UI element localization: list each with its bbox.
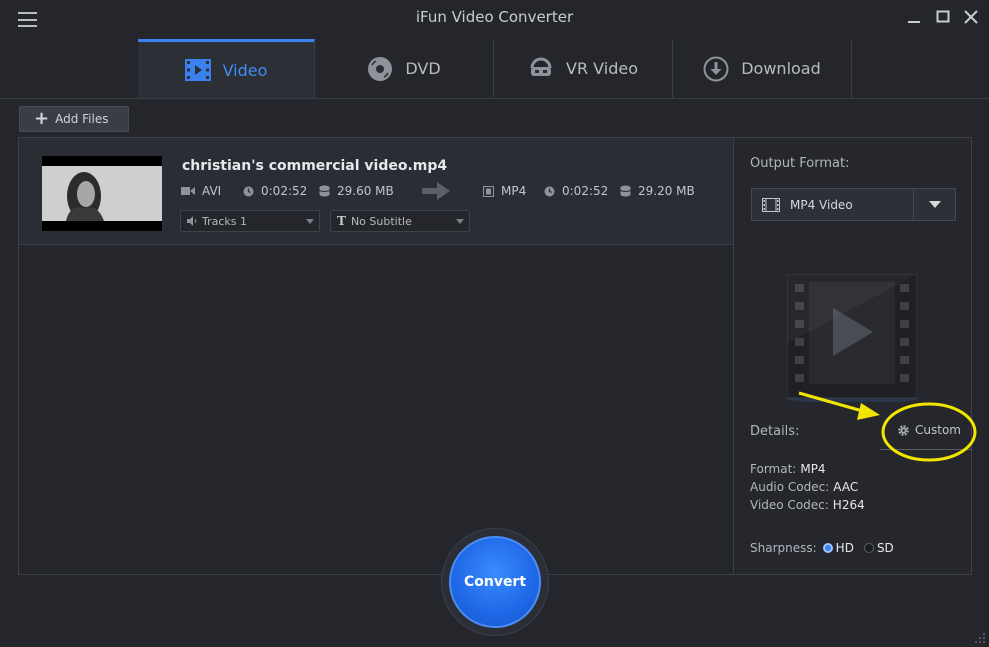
- tab-dvd-label: DVD: [405, 59, 441, 78]
- details-divider: [880, 449, 972, 450]
- chevron-down-icon: [456, 219, 464, 224]
- clock-icon: [243, 186, 254, 196]
- target-size: 29.20 MB: [620, 184, 695, 198]
- video-thumbnail[interactable]: [42, 156, 162, 231]
- resize-grip-icon[interactable]: [974, 632, 986, 644]
- plus-icon: +: [34, 108, 50, 129]
- dropdown-button[interactable]: [914, 201, 955, 208]
- gear-icon: [898, 424, 909, 436]
- source-size: 29.60 MB: [319, 184, 394, 198]
- target-format: MP4: [483, 184, 526, 198]
- custom-settings-button[interactable]: Custom: [897, 423, 961, 437]
- tab-video-label: Video: [222, 60, 268, 80]
- vr-headset-icon: [530, 57, 552, 76]
- audio-codec-detail: Audio Codec: AAC: [750, 480, 859, 494]
- sharpness-sd-radio[interactable]: SD: [863, 541, 894, 555]
- title-bar: iFun Video Converter: [0, 0, 989, 36]
- target-duration: 0:02:52: [544, 184, 608, 198]
- tab-vr-video[interactable]: VR Video: [494, 39, 673, 98]
- maximize-icon[interactable]: [934, 8, 952, 26]
- output-format-select[interactable]: MP4 Video: [751, 188, 956, 221]
- format-detail: Format: MP4: [750, 462, 826, 476]
- text-icon: T: [337, 214, 346, 228]
- main-panel: christian's commercial video.mp4 AVI 0:0…: [18, 137, 972, 575]
- film-icon: [184, 59, 211, 81]
- radio-unselected-icon: [863, 543, 874, 553]
- arrow-right-icon: [422, 182, 450, 200]
- tab-video[interactable]: Video: [138, 39, 315, 98]
- disc-icon: [368, 56, 393, 81]
- film-strip-icon: [483, 185, 494, 197]
- sharpness-setting: Sharpness: HD SD: [750, 541, 894, 555]
- film-strip-icon: [762, 197, 780, 212]
- video-codec-detail: Video Codec: H264: [750, 498, 865, 512]
- clock-icon: [544, 186, 555, 196]
- file-name: christian's commercial video.mp4: [182, 158, 448, 174]
- convert-button[interactable]: Convert: [449, 536, 541, 628]
- output-format-label: Output Format:: [750, 156, 850, 171]
- database-icon: [319, 185, 330, 197]
- close-icon[interactable]: [962, 8, 980, 26]
- output-settings-panel: Output Format: MP4 Video Details: Custom…: [733, 138, 972, 574]
- subtitle-select[interactable]: T No Subtitle: [330, 210, 470, 232]
- database-icon: [620, 185, 631, 197]
- video-format-preview-icon: [787, 274, 917, 402]
- minimize-icon[interactable]: [905, 8, 923, 26]
- add-files-button[interactable]: + Add Files: [19, 106, 129, 132]
- tab-download-label: Download: [741, 59, 821, 78]
- main-tabs: Video DVD VR Video Download: [138, 39, 852, 98]
- tab-vr-video-label: VR Video: [566, 59, 638, 78]
- camera-icon: [181, 187, 195, 195]
- window-title: iFun Video Converter: [415, 8, 574, 26]
- tabs-divider: [0, 98, 989, 99]
- radio-selected-icon: [822, 543, 833, 553]
- sharpness-hd-radio[interactable]: HD: [822, 541, 854, 555]
- add-files-label: Add Files: [55, 112, 109, 126]
- chevron-down-icon: [928, 201, 941, 208]
- speaker-icon: [187, 216, 197, 226]
- download-icon: [703, 56, 729, 81]
- source-duration: 0:02:52: [243, 184, 307, 198]
- source-format: AVI: [181, 184, 221, 198]
- tab-download[interactable]: Download: [673, 39, 852, 98]
- tab-dvd[interactable]: DVD: [315, 39, 494, 98]
- details-label: Details:: [750, 424, 800, 439]
- file-list-item[interactable]: christian's commercial video.mp4 AVI 0:0…: [19, 138, 734, 245]
- convert-button-ring: Convert: [441, 528, 549, 636]
- chevron-down-icon: [306, 219, 314, 224]
- audio-track-select[interactable]: Tracks 1: [180, 210, 320, 232]
